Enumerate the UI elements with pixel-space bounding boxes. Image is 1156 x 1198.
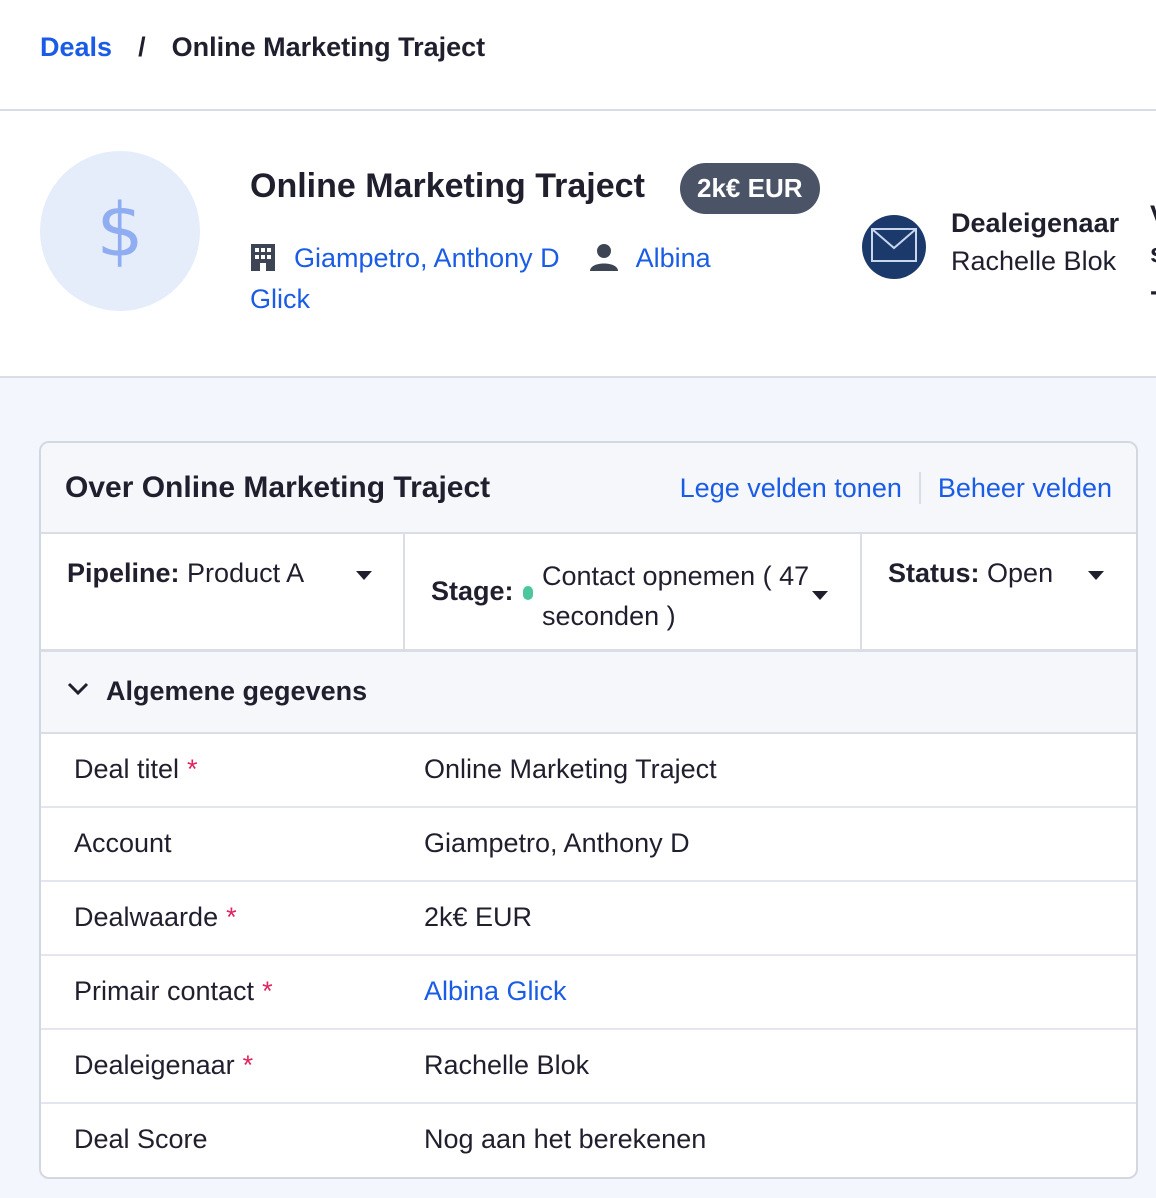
field-label: Account [74,828,180,859]
stage-value: Contact opnemen ( 47 seconden ) [542,561,810,631]
caret-down-icon [1088,571,1104,580]
deal-meta-links: Giampetro, Anthony D Albina Glick [250,240,770,318]
field-value[interactable]: 2k€ EUR [424,902,532,933]
field-label-text: Deal Score [74,1124,208,1154]
breadcrumb-current: Online Marketing Traject [171,32,486,62]
deal-avatar: $ [40,151,200,311]
field-row-deal-owner: Dealeigenaar * Rachelle Blok [41,1030,1136,1104]
deal-details-card: Over Online Marketing Traject Lege velde… [39,441,1138,1179]
field-value[interactable]: Rachelle Blok [424,1050,589,1081]
field-label-text: Account [74,828,172,858]
dollar-icon: $ [96,188,144,274]
section-general-toggle[interactable]: Algemene gegevens [41,652,1136,734]
breadcrumb-separator: / [138,32,146,62]
section-title: Algemene gegevens [106,676,368,706]
stage-dropdown[interactable]: Stage: Contact opnemen ( 47 seconden ) [405,534,862,649]
truncated-text-line: - [1150,272,1156,310]
caret-down-icon [812,591,828,600]
truncated-text-line: V [1150,196,1156,234]
deal-title: Online Marketing Traject [250,167,645,205]
card-title: Over Online Marketing Traject [65,471,491,504]
field-row-deal-value: Dealwaarde * 2k€ EUR [41,882,1136,956]
caret-down-icon [356,571,372,580]
field-value[interactable]: Giampetro, Anthony D [424,828,690,859]
breadcrumb-bar: Deals / Online Marketing Traject [0,0,1156,111]
person-icon [589,243,618,281]
owner-label: Dealeigenaar [951,208,1120,238]
owner-name: Rachelle Blok [951,246,1117,276]
field-value[interactable]: Online Marketing Traject [424,754,717,785]
field-label: Dealwaarde * [74,902,237,933]
field-label-text: Deal titel [74,754,180,784]
field-label: Deal titel * [74,754,198,785]
field-value: Nog aan het berekenen [424,1124,707,1154]
card-header: Over Online Marketing Traject Lege velde… [41,443,1136,534]
pipeline-value: Product A [187,558,305,588]
field-row-deal-title: Deal titel * Online Marketing Traject [41,734,1136,808]
stage-label: Stage: [431,576,514,606]
building-icon [250,243,276,281]
required-marker: * [226,902,237,932]
pipeline-dropdown-text: Pipeline: Product A [67,558,304,589]
field-row-primary-contact: Primair contact * Albina Glick [41,956,1136,1030]
field-label-text: Dealwaarde [74,902,219,932]
required-marker: * [262,976,273,1006]
chevron-down-icon [67,682,89,701]
contact-last-name: Glick [250,284,310,314]
manage-fields-link[interactable]: Beheer velden [938,473,1112,504]
status-value: Open [987,558,1054,588]
action-divider [918,472,921,504]
field-label-text: Dealeigenaar [74,1050,235,1080]
deal-value-badge: 2k€ EUR [680,163,820,214]
breadcrumb: Deals / Online Marketing Traject [40,32,485,63]
status-dropdown-text: Status: Open [888,558,1053,589]
field-label: Deal Score [74,1124,216,1155]
field-label: Dealeigenaar * [74,1050,253,1081]
required-marker: * [242,1050,254,1080]
envelope-icon [871,227,917,267]
truncated-text-line: s [1150,234,1156,272]
primary-contact-link[interactable]: Albina Glick [424,976,567,1007]
status-label: Status: [888,558,980,588]
field-row-account: Account Giampetro, Anthony D [41,808,1136,882]
show-empty-fields-link[interactable]: Lege velden tonen [680,473,902,504]
field-label-text: Primair contact [74,976,255,1006]
pipeline-dropdown[interactable]: Pipeline: Product A [41,534,405,649]
truncated-header-field: V s - [1150,196,1156,310]
card-actions: Lege velden tonen Beheer velden [680,472,1112,504]
deal-header: $ Online Marketing Traject 2k€ EUR Giamp… [0,111,1156,378]
pipeline-label: Pipeline: [67,558,180,588]
required-marker: * [187,754,198,784]
contact-first-name: Albina [635,243,711,273]
deal-account-link[interactable]: Giampetro, Anthony D [294,243,560,273]
owner-avatar [862,215,926,279]
field-label: Primair contact * [74,976,273,1007]
deal-status-row: Pipeline: Product A Stage: Contact opnem… [41,534,1136,652]
field-row-deal-score: Deal Score Nog aan het berekenen [41,1104,1136,1177]
status-dropdown[interactable]: Status: Open [862,534,1136,649]
breadcrumb-link-deals[interactable]: Deals [40,32,112,63]
stage-indicator-dot [523,586,533,600]
